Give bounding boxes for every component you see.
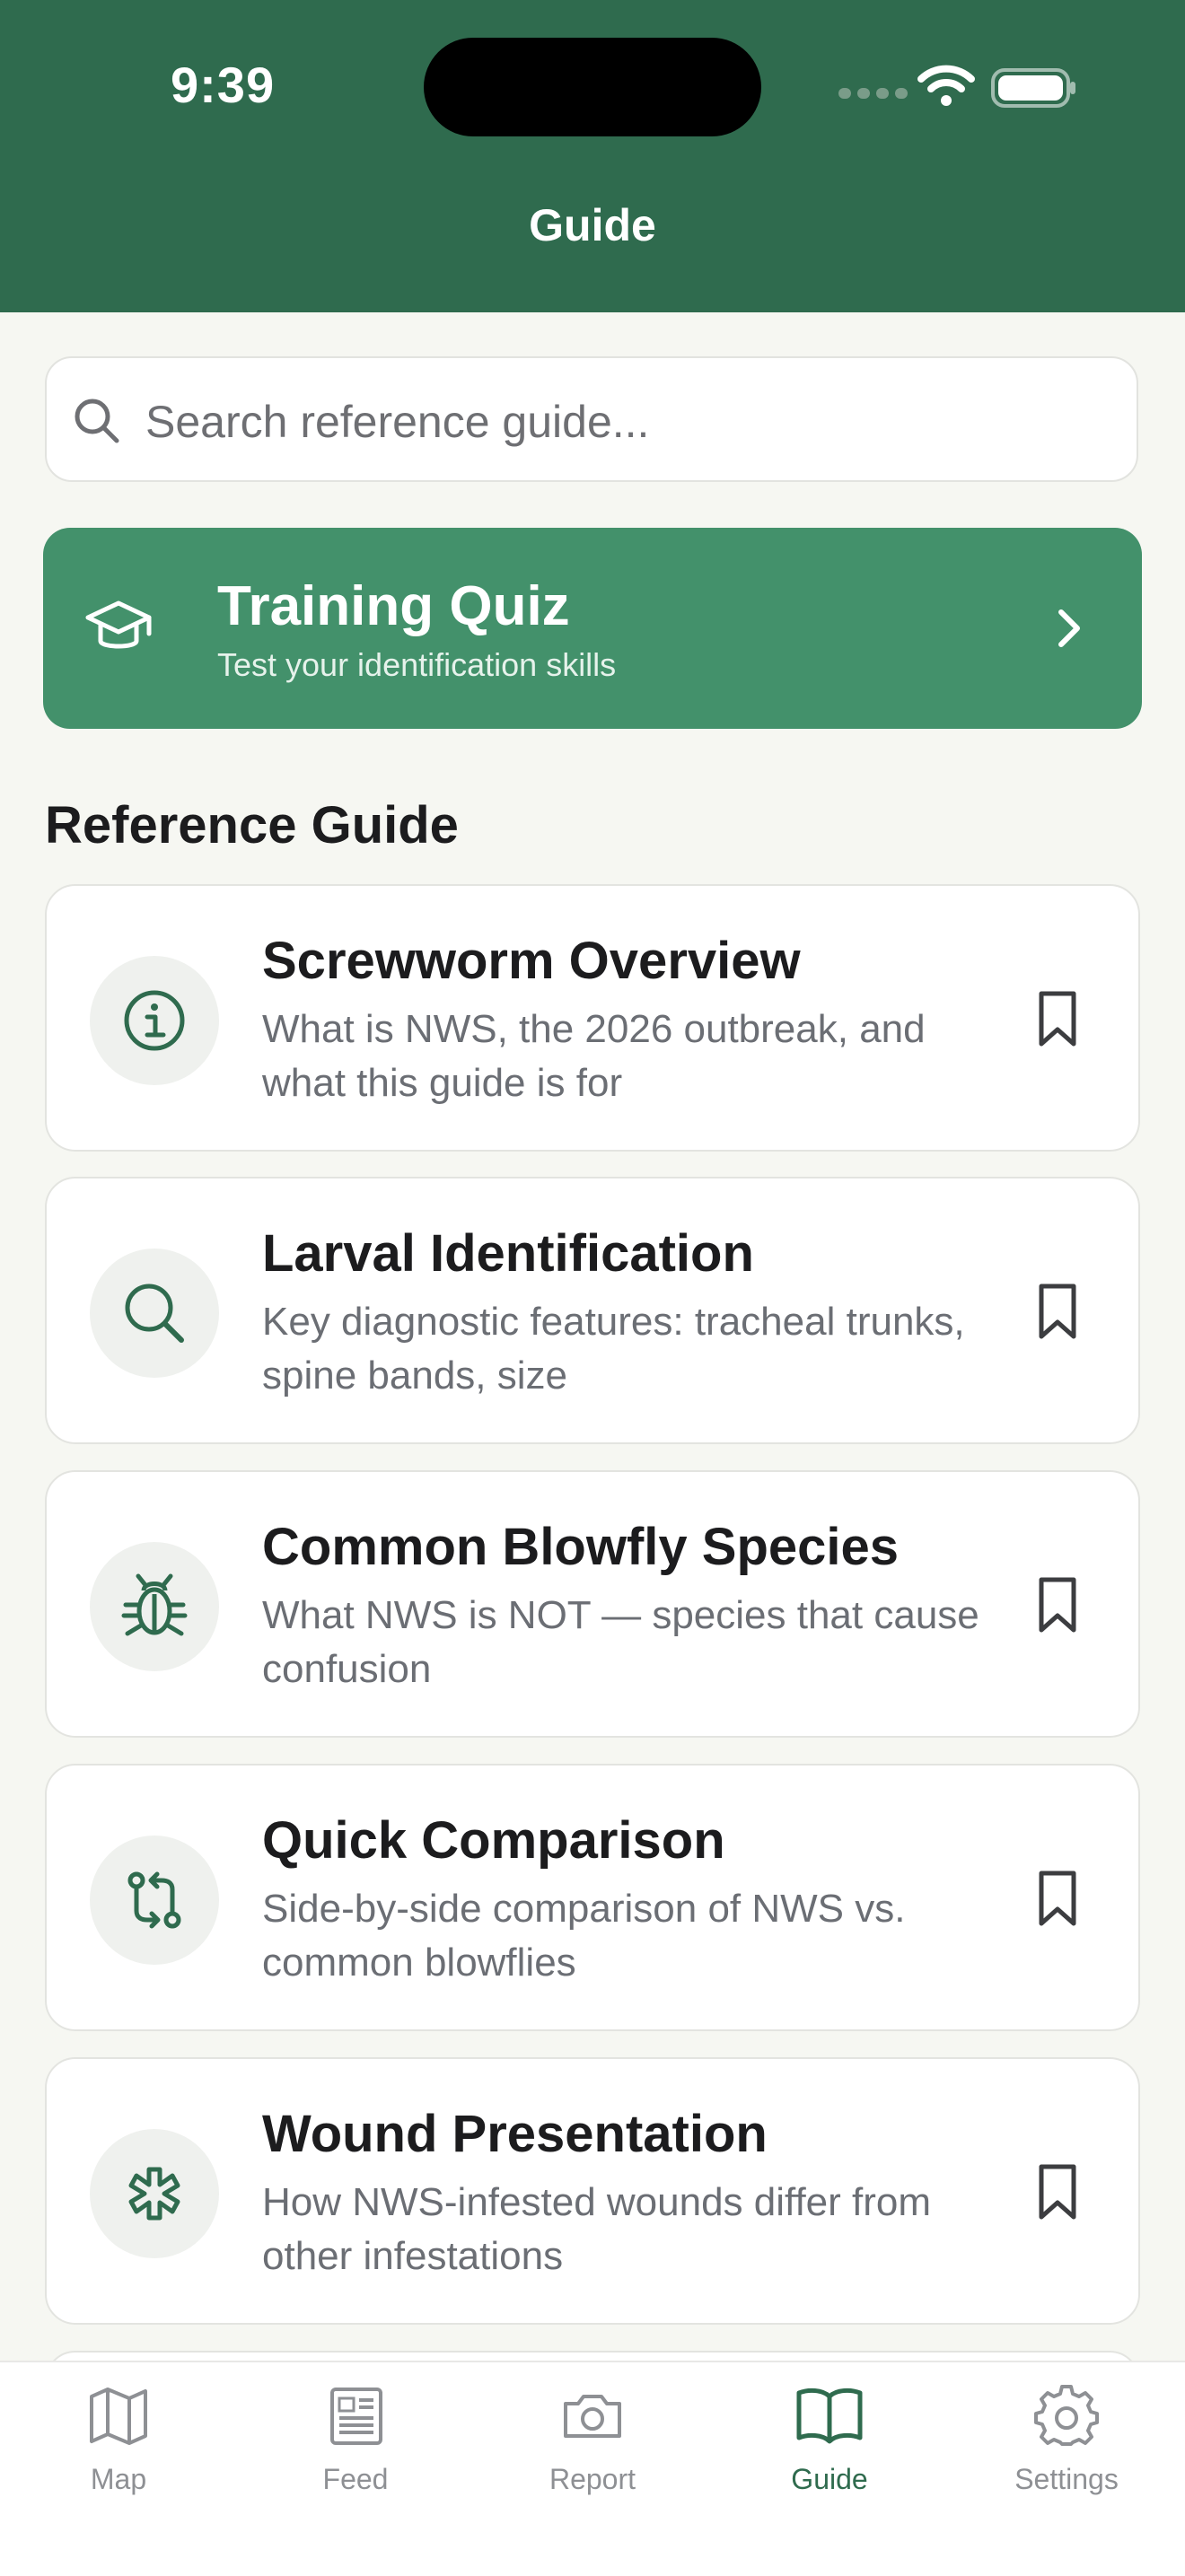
battery-icon (991, 68, 1075, 108)
card-title: Common Blowfly Species (262, 1518, 900, 1576)
asterisk-icon (128, 2167, 180, 2221)
card-title: Quick Comparison (262, 1811, 725, 1870)
tab-label: Map (90, 2463, 147, 2495)
card-title: Wound Presentation (262, 2105, 768, 2163)
graduation-cap-icon (85, 600, 152, 649)
tab-label: Guide (791, 2463, 868, 2495)
search-icon (125, 1284, 184, 1343)
camera-icon (564, 2395, 621, 2438)
card-description: How NWS-infested wounds differ from othe… (262, 2180, 932, 2278)
tab-bar: Map Feed Report Guide Settings (0, 2361, 1185, 2576)
guide-card-screwworm-overview[interactable]: Screwworm Overview What is NWS, the 2026… (45, 884, 1140, 1152)
search-icon (75, 399, 119, 443)
tab-label: Settings (1014, 2463, 1119, 2495)
bookmark-icon[interactable] (1034, 1870, 1081, 1927)
guide-card-quick-comparison[interactable]: Quick Comparison Side-by-side comparison… (45, 1764, 1140, 2031)
compare-arrows-icon (127, 1871, 181, 1929)
card-description: What NWS is NOT — species that cause con… (262, 1593, 979, 1691)
card-title: Larval Identification (262, 1224, 754, 1283)
tab-feed[interactable]: Feed (237, 2362, 474, 2576)
newspaper-icon (330, 2388, 382, 2445)
card-title: Screwworm Overview (262, 932, 801, 990)
dynamic-island (424, 38, 761, 136)
guide-card-larval-identification[interactable]: Larval Identification Key diagnostic fea… (45, 1177, 1140, 1444)
tab-report[interactable]: Report (474, 2362, 711, 2576)
bookmark-icon[interactable] (1034, 990, 1081, 1047)
status-time: 9:39 (171, 57, 276, 113)
info-icon (124, 990, 185, 1051)
search-bar[interactable] (45, 356, 1138, 482)
chevron-right-icon (1058, 609, 1080, 647)
book-open-icon (796, 2388, 863, 2444)
bookmark-icon[interactable] (1034, 1576, 1081, 1634)
bug-icon (121, 1573, 188, 1636)
card-description: What is NWS, the 2026 outbreak, and what… (262, 1007, 926, 1105)
training-quiz-banner[interactable]: Training Quiz Test your identification s… (43, 528, 1142, 729)
card-description: Key diagnostic features: tracheal trunks… (262, 1300, 965, 1398)
section-title: Reference Guide (45, 796, 459, 854)
card-icon-badge (90, 1542, 219, 1671)
search-input[interactable] (144, 383, 1117, 460)
card-icon-badge (90, 1836, 219, 1965)
tab-guide[interactable]: Guide (711, 2362, 948, 2576)
quiz-title: Training Quiz (217, 575, 570, 637)
cellular-signal-icon (838, 88, 908, 99)
card-icon-badge (90, 1249, 219, 1378)
quiz-subtitle: Test your identification skills (217, 646, 617, 683)
guide-card-wound-presentation[interactable]: Wound Presentation How NWS-infested woun… (45, 2057, 1140, 2325)
map-icon (90, 2388, 147, 2445)
tab-label: Report (549, 2463, 636, 2495)
tab-settings[interactable]: Settings (948, 2362, 1185, 2576)
gear-icon (1034, 2385, 1099, 2446)
card-description: Side-by-side comparison of NWS vs. commo… (262, 1887, 906, 1985)
card-icon-badge (90, 956, 219, 1085)
page-title: Guide (529, 200, 656, 250)
bookmark-icon[interactable] (1034, 2163, 1081, 2221)
tab-label: Feed (322, 2463, 389, 2495)
tab-map[interactable]: Map (0, 2362, 237, 2576)
guide-card-common-blowfly-species[interactable]: Common Blowfly Species What NWS is NOT —… (45, 1470, 1140, 1738)
wifi-icon (917, 65, 975, 106)
card-icon-badge (90, 2129, 219, 2258)
app-header: 9:39 Guide (0, 0, 1185, 312)
bookmark-icon[interactable] (1034, 1283, 1081, 1340)
